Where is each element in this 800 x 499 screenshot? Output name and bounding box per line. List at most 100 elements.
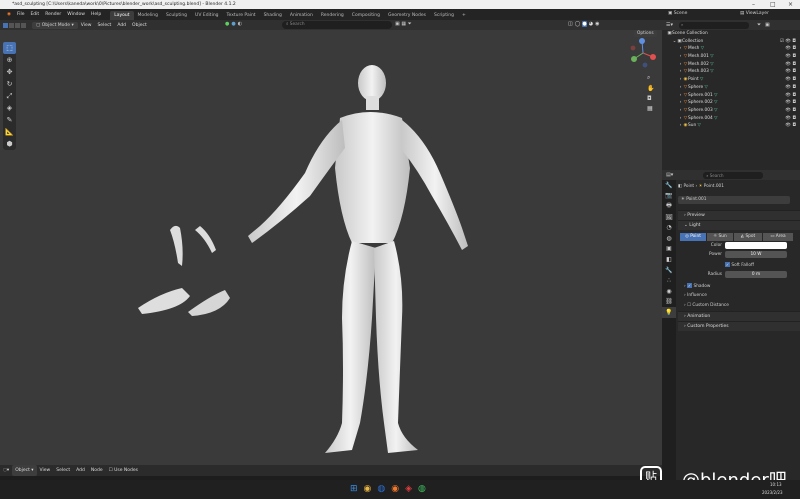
outliner-scene-collection[interactable]: ▣Scene Collection — [662, 30, 800, 38]
edge-icon[interactable]: ◍ — [377, 484, 385, 494]
outliner-item[interactable]: › ▽Sphere.004 ▽ 👁 ◘ — [662, 115, 800, 123]
scale-tool-icon[interactable]: ⤢ — [3, 90, 16, 102]
overlay-icon[interactable]: ◐ — [238, 21, 242, 29]
object-dropdown[interactable]: Object ▾ — [12, 465, 37, 476]
panel-custom-distance-header[interactable]: › ☐ Custom Distance — [684, 303, 729, 308]
visibility-eye-icon[interactable]: ☑ 👁 ◘ — [780, 38, 796, 46]
xray-icon[interactable]: ◫ — [568, 21, 573, 27]
menu-help[interactable]: Help — [88, 9, 104, 20]
render-tab-icon[interactable]: 📷 — [662, 191, 676, 202]
outliner-item[interactable]: › ▽Sphere ▽ 👁 ◘ — [662, 84, 800, 92]
mesh-data-icon[interactable]: ▽ — [713, 93, 717, 98]
properties-search-input[interactable]: ⌕ Search — [703, 171, 764, 179]
output-tab-icon[interactable]: 🖶 — [662, 201, 676, 212]
shadow-checkbox-icon[interactable]: ✓ — [687, 283, 693, 288]
maximize-button[interactable]: □ — [770, 0, 776, 9]
tab-compositing[interactable]: Compositing — [348, 11, 384, 20]
visibility-eye-icon[interactable]: 👁 ◘ — [785, 115, 796, 123]
panel-preview-header[interactable]: › Preview — [678, 210, 800, 220]
scene-tab-icon[interactable]: ◔ — [662, 222, 676, 233]
tab-modeling[interactable]: Modeling — [134, 11, 162, 20]
tab-animation[interactable]: Animation — [286, 11, 317, 20]
select-new-icon[interactable] — [3, 22, 8, 28]
light-datablock-field[interactable]: ☀ Point.001 — [678, 196, 790, 204]
use-nodes-checkbox[interactable]: ☐ Use Nodes — [106, 465, 141, 476]
mesh-data-icon[interactable]: ▽ — [709, 69, 713, 74]
new-collection-icon[interactable]: ▣ — [765, 22, 770, 28]
menu-render[interactable]: Render — [42, 9, 64, 20]
outliner-search-input[interactable]: ⌕ — [679, 21, 749, 29]
outliner-item[interactable]: › ▽Sphere.003 ▽ 👁 ◘ — [662, 107, 800, 115]
tab-uv-editing[interactable]: UV Editing — [191, 11, 222, 20]
viewlayer-selector[interactable]: ▤ ViewLayer — [740, 11, 769, 16]
constraints-tab-icon[interactable]: ⛓ — [662, 297, 676, 308]
power-field[interactable]: 10 W — [725, 251, 787, 258]
outliner-item[interactable]: › ◉Point ▽ 👁 ◘ — [662, 76, 800, 84]
select-invert-icon[interactable] — [21, 22, 26, 28]
properties-editor-icon[interactable]: ▤▾ — [666, 172, 673, 178]
select-extend-icon[interactable] — [9, 22, 14, 28]
vp-menu-view[interactable]: View — [78, 20, 95, 31]
tab-layout[interactable]: Layout — [110, 10, 134, 20]
mesh-data-icon[interactable]: ▽ — [703, 85, 708, 90]
visibility-eye-icon[interactable]: 👁 ◘ — [785, 84, 796, 92]
grid-perspective-icon[interactable]: ▦ — [647, 105, 654, 112]
vp-menu-object[interactable]: Object — [129, 20, 150, 31]
viewport-search-input[interactable]: ⌕ Search — [282, 21, 392, 29]
tab-texture-paint[interactable]: Texture Paint — [223, 11, 260, 20]
visibility-eye-icon[interactable]: 👁 ◘ — [785, 107, 796, 115]
visibility-icon[interactable]: ● — [225, 21, 229, 29]
light-type-point[interactable]: ◎ Point — [680, 233, 706, 241]
select-box-tool-icon[interactable]: ⬚ — [3, 42, 16, 54]
visibility-eye-icon[interactable]: 👁 ◘ — [785, 68, 796, 76]
light-data-icon[interactable]: ▽ — [699, 77, 703, 82]
transform-tool-icon[interactable]: ◈ — [3, 102, 16, 114]
filter-icons[interactable]: ▣ ▦ ⏷ — [395, 21, 412, 27]
node-menu-select[interactable]: Select — [53, 465, 73, 476]
color-swatch[interactable] — [725, 242, 787, 249]
tab-rendering[interactable]: Rendering — [317, 11, 348, 20]
outliner-item[interactable]: › ▽Sphere.001 ▽ 👁 ◘ — [662, 92, 800, 100]
light-type-spot[interactable]: ◭ Spot — [734, 233, 762, 241]
outliner-item[interactable]: › ▽Mesh ▽ 👁 ◘ — [662, 45, 800, 53]
mesh-data-icon[interactable]: ▽ — [713, 100, 717, 105]
physics-tab-icon[interactable]: ◉ — [662, 286, 676, 297]
outliner-item[interactable]: › ▽Mesh.003 ▽ 👁 ◘ — [662, 68, 800, 76]
outliner-item[interactable]: › ▽Mesh.001 ▽ 👁 ◘ — [662, 53, 800, 61]
radius-field[interactable]: 0 m — [725, 271, 787, 278]
visibility-eye-icon[interactable]: 👁 ◘ — [785, 61, 796, 69]
object-tab-icon[interactable]: ◧ — [662, 254, 676, 265]
panel-animation-header[interactable]: › Animation — [678, 311, 800, 321]
light-type-area[interactable]: ▭ Area — [763, 233, 793, 241]
light-data-tab-icon[interactable]: 💡 — [662, 307, 676, 318]
visibility-eye-icon[interactable]: 👁 ◘ — [785, 53, 796, 61]
visibility-eye-icon[interactable]: 👁 ◘ — [785, 122, 796, 130]
zoom-icon[interactable]: ⌕ — [647, 74, 654, 82]
node-menu-node[interactable]: Node — [88, 465, 106, 476]
gizmo-icon[interactable]: ● — [231, 21, 235, 29]
filter-icon[interactable]: ⏷ — [757, 22, 761, 28]
cursor-tool-icon[interactable]: ⊕ — [3, 54, 16, 66]
options-dropdown[interactable]: Options — [634, 30, 657, 37]
mode-dropdown[interactable]: ▢ Object Mode ▾ — [32, 21, 78, 29]
move-tool-icon[interactable]: ✥ — [3, 66, 16, 78]
modifier-tab-icon[interactable]: 🔧 — [662, 265, 676, 276]
visibility-eye-icon[interactable]: 👁 ◘ — [785, 45, 796, 53]
add-cube-tool-icon[interactable]: ⬢ — [3, 138, 16, 150]
menu-edit[interactable]: Edit — [27, 9, 42, 20]
panel-shadow-header[interactable]: › ✓ Shadow — [684, 283, 710, 289]
scene-selector[interactable]: ▣ Scene — [668, 11, 687, 16]
tab-scripting[interactable]: Scripting — [430, 11, 458, 20]
menu-file[interactable]: File — [14, 9, 28, 20]
mesh-data-icon[interactable]: ▽ — [713, 108, 717, 113]
soft-falloff-checkbox[interactable]: ✓ Soft Falloff — [725, 262, 754, 268]
mesh-data-icon[interactable]: ▽ — [713, 116, 717, 121]
measure-tool-icon[interactable]: 📐 — [3, 126, 16, 138]
panel-custom-properties-header[interactable]: › Custom Properties — [678, 321, 800, 331]
annotate-tool-icon[interactable]: ✎ — [3, 114, 16, 126]
view-layer-tab-icon[interactable]: 🖼 — [662, 212, 676, 223]
outliner-item[interactable]: › ▽Sphere.002 ▽ 👁 ◘ — [662, 99, 800, 107]
app-taskbar-icon[interactable]: ◈ — [405, 484, 412, 494]
start-menu-icon[interactable]: ⊞ — [350, 484, 358, 494]
close-button[interactable]: × — [788, 0, 793, 9]
